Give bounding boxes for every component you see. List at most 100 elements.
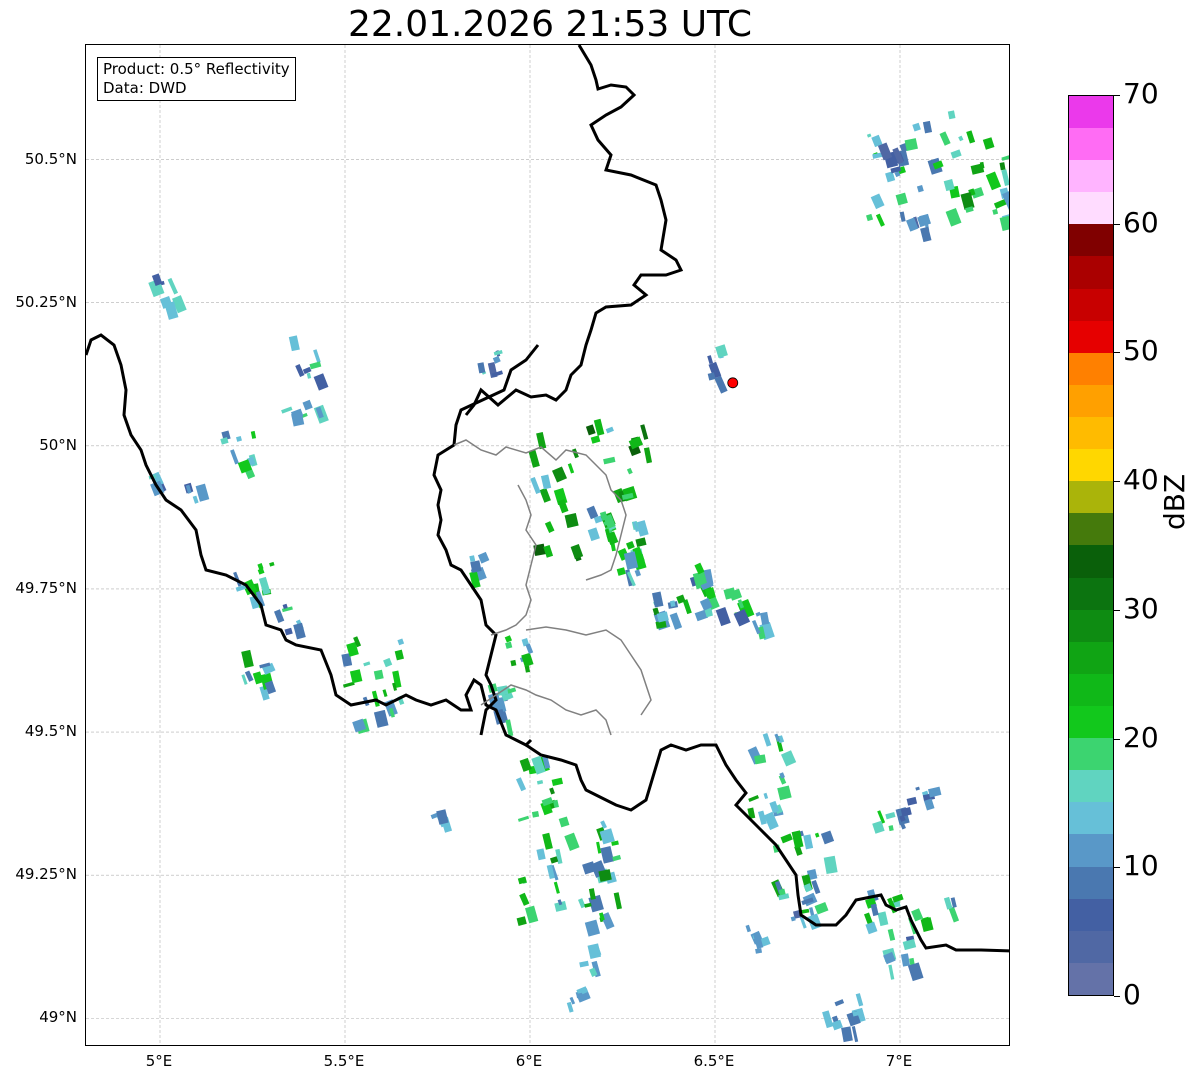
radar-echo-pixel bbox=[714, 375, 728, 394]
radar-echo-pixel bbox=[902, 938, 917, 951]
colorbar-segment bbox=[1069, 802, 1113, 835]
belgium-lux-border-west bbox=[86, 333, 533, 747]
longitude-tick-label: 5°E bbox=[145, 1052, 173, 1070]
radar-echo-pixel bbox=[982, 137, 995, 150]
colorbar-segment bbox=[1069, 192, 1113, 225]
radar-echo-pixel bbox=[578, 898, 586, 909]
radar-echo-pixel bbox=[1001, 169, 1009, 186]
radar-echo-pixel bbox=[763, 792, 769, 800]
radar-echo-pixel bbox=[781, 750, 797, 767]
radar-echo-pixel bbox=[363, 661, 371, 667]
colorbar-tick-label: 0 bbox=[1123, 978, 1141, 1011]
radar-echo-pixel bbox=[948, 906, 960, 923]
colorbar-segment bbox=[1069, 417, 1113, 450]
colorbar-tick bbox=[1114, 738, 1120, 740]
map-title: 22.01.2026 21:53 UTC bbox=[347, 4, 753, 45]
radar-echo-pixel bbox=[284, 627, 293, 636]
radar-echo-pixel bbox=[877, 911, 889, 927]
radar-echo-pixel bbox=[814, 832, 820, 838]
radar-echo-pixel bbox=[558, 816, 570, 828]
radar-echo-pixel bbox=[866, 213, 874, 222]
radar-echo-pixel bbox=[313, 349, 321, 363]
radar-echo-pixel bbox=[551, 777, 564, 787]
latitude-tick-label: 50°N bbox=[39, 435, 77, 454]
radar-echo-pixel bbox=[834, 999, 845, 1007]
radar-echo-pixel bbox=[855, 993, 864, 1007]
radar-echo-pixel bbox=[241, 649, 254, 668]
radar-echo-pixel bbox=[885, 811, 896, 820]
radar-echo-pixel bbox=[877, 142, 893, 161]
colorbar-unit-label: dBZ bbox=[1158, 473, 1191, 530]
radar-echo-pixel bbox=[258, 576, 271, 595]
radar-echo-pixel bbox=[600, 846, 615, 864]
colorbar-tick bbox=[1114, 867, 1120, 869]
radar-echo-pixel bbox=[900, 953, 911, 967]
colorbar-segment bbox=[1069, 706, 1113, 739]
radar-echo-pixel bbox=[543, 544, 554, 558]
colorbar-segment bbox=[1069, 352, 1113, 385]
radar-echo-pixel bbox=[612, 854, 622, 862]
colorbar-tick-label: 10 bbox=[1123, 849, 1159, 883]
radar-echo-pixel bbox=[531, 810, 540, 818]
radar-echo-pixel bbox=[715, 344, 728, 358]
radar-echo-pixel bbox=[600, 820, 607, 829]
radar-echo-pixel bbox=[525, 643, 534, 655]
radar-echo-pixel bbox=[516, 777, 527, 792]
colorbar-tick-label: 60 bbox=[1123, 205, 1159, 239]
radar-echo-pixel bbox=[519, 892, 530, 906]
colorbar-segment bbox=[1069, 577, 1113, 610]
radar-echo-pixel bbox=[841, 1026, 853, 1043]
radar-echo-pixel bbox=[831, 1019, 843, 1031]
radar-echo-pixel bbox=[587, 527, 600, 542]
colorbar-tick-label: 70 bbox=[1123, 77, 1159, 110]
colorbar-segment bbox=[1069, 673, 1113, 707]
colorbar-tick bbox=[1114, 481, 1120, 483]
radar-echo-pixel bbox=[939, 131, 951, 146]
radar-echo-pixel bbox=[945, 207, 962, 227]
radar-echo-pixel bbox=[536, 848, 546, 861]
radar-echo-pixel bbox=[865, 921, 878, 935]
radar-echo-pixel bbox=[525, 905, 539, 924]
radar-echo-pixel bbox=[504, 635, 513, 643]
radar-echo-pixel bbox=[584, 919, 601, 937]
radar-echo-pixel bbox=[596, 841, 602, 854]
colorbar-tick-label: 40 bbox=[1123, 463, 1159, 497]
colorbar-tick bbox=[1114, 352, 1120, 354]
radar-echo-pixel bbox=[195, 483, 210, 502]
radar-echo-pixel bbox=[567, 463, 575, 474]
radar-echo-pixel bbox=[605, 426, 614, 434]
colorbar-segment bbox=[1069, 738, 1113, 771]
radar-map bbox=[85, 44, 1010, 1046]
radar-echo-pixel bbox=[544, 521, 555, 533]
radar-echo-pixel bbox=[549, 787, 555, 795]
colorbar-tick bbox=[1114, 223, 1120, 225]
radar-echo-pixel bbox=[915, 786, 920, 791]
longitude-tick-label: 5.5°E bbox=[323, 1052, 365, 1070]
colorbar-segment bbox=[1069, 866, 1113, 899]
radar-echo-pixel bbox=[966, 130, 976, 144]
radar-echo-pixel bbox=[540, 474, 552, 490]
radar-echo-pixel bbox=[564, 832, 580, 851]
radar-echo-pixel bbox=[814, 901, 829, 915]
radar-echo-pixel bbox=[539, 487, 551, 503]
radar-echo-pixel bbox=[928, 786, 942, 798]
radar-echo-pixel bbox=[603, 456, 616, 465]
radar-echo-pixel bbox=[922, 120, 933, 134]
radar-echo-pixel bbox=[669, 612, 683, 630]
radar-echo-pixel bbox=[505, 641, 513, 649]
radar-echo-pixel bbox=[755, 948, 763, 954]
radar-echo-pixel bbox=[895, 192, 908, 206]
colorbar-segment bbox=[1069, 545, 1113, 578]
colorbar-segment bbox=[1069, 449, 1113, 482]
radar-echo-pixel bbox=[947, 110, 956, 120]
radar-echo-pixel bbox=[899, 211, 906, 222]
longitude-tick-label: 6.5°E bbox=[693, 1052, 735, 1070]
radar-echo-pixel bbox=[1009, 199, 1010, 218]
radar-echo-pixel bbox=[888, 825, 894, 832]
product-label: Product: 0.5° Reflectivity bbox=[103, 60, 290, 78]
radar-echo-pixel bbox=[250, 430, 257, 439]
colorbar-segment bbox=[1069, 160, 1113, 193]
colorbar-tick bbox=[1114, 996, 1120, 997]
radar-echo-pixel bbox=[293, 622, 306, 640]
radar-echo-pixel bbox=[373, 669, 384, 680]
